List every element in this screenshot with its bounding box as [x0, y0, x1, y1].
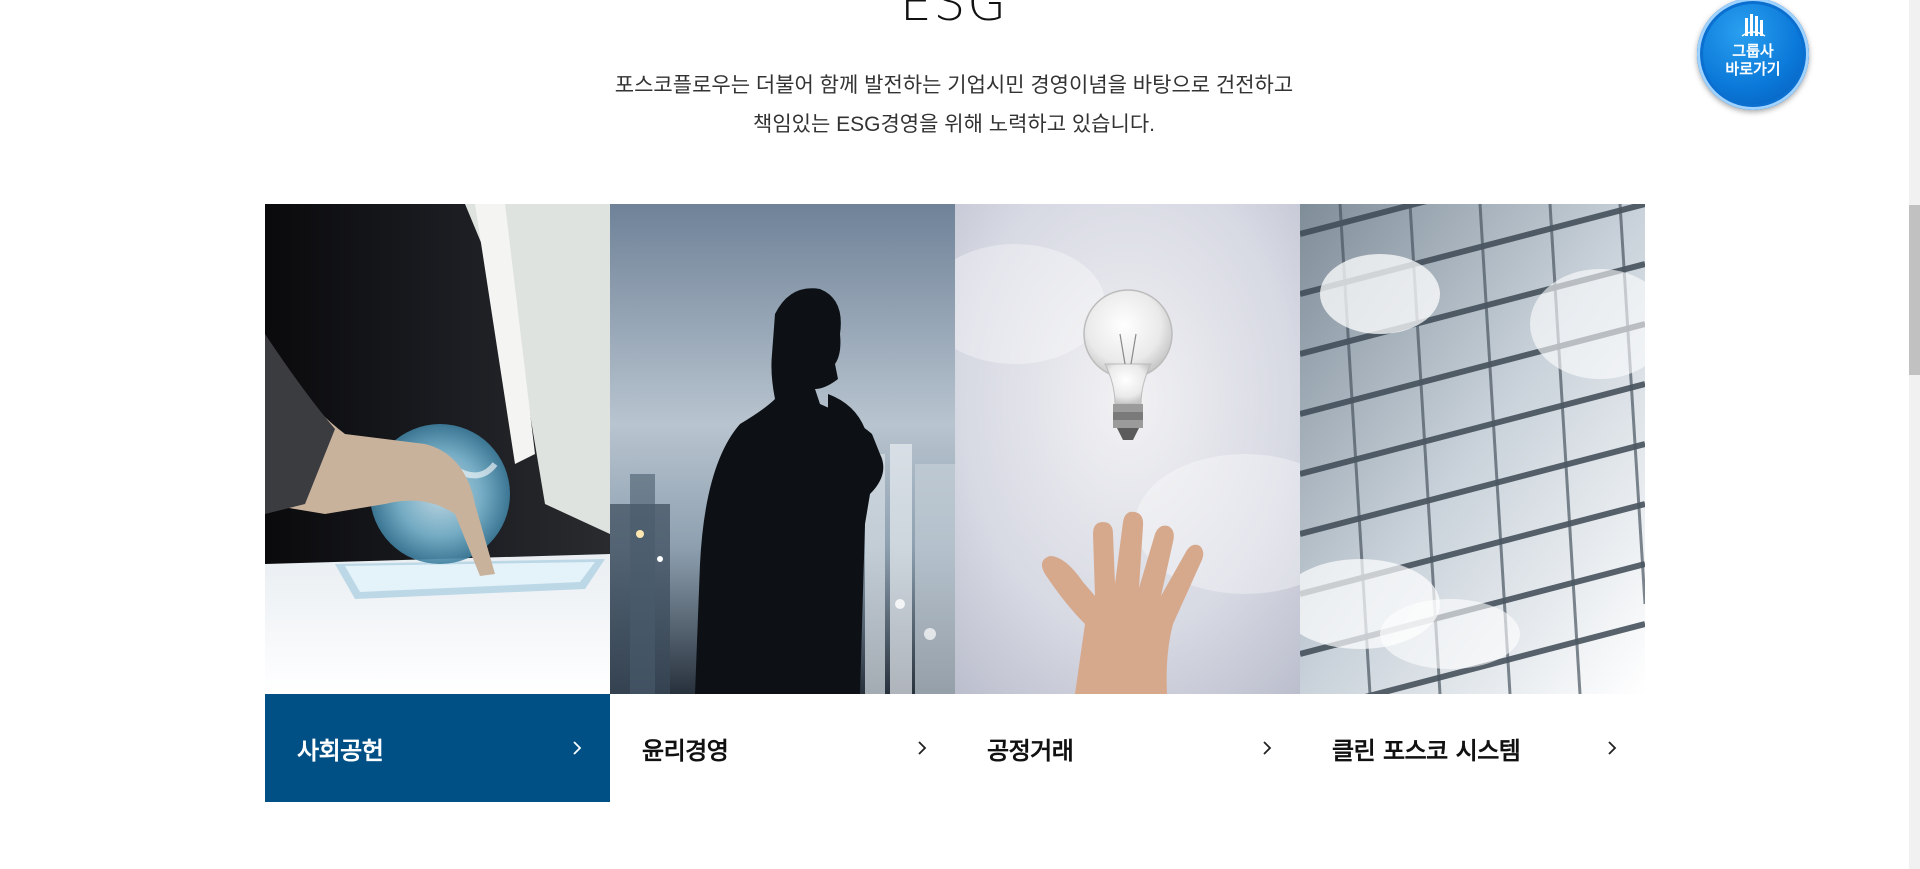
- card-ethical-management[interactable]: 윤리경영: [610, 204, 955, 802]
- card-image-clean-posco-system: [1300, 204, 1645, 694]
- page-scrollbar[interactable]: [1909, 0, 1920, 869]
- description-line-1: 포스코플로우는 더불어 함께 발전하는 기업시민 경영이념을 바탕으로 건전하고: [614, 74, 1294, 97]
- card-footer: 공정거래: [955, 694, 1300, 802]
- chevron-right-icon: [1258, 739, 1276, 757]
- card-image-social-contribution: [265, 204, 610, 694]
- chevron-right-icon: [1603, 739, 1621, 757]
- card-footer: 윤리경영: [610, 694, 955, 802]
- card-fair-trade[interactable]: 공정거래: [955, 204, 1300, 802]
- card-label: 클린 포스코 시스템: [1332, 736, 1521, 765]
- card-clean-posco-system[interactable]: 클린 포스코 시스템: [1300, 204, 1645, 802]
- group-badge-line-1: 그룹사: [1732, 42, 1774, 60]
- chevron-right-icon: [568, 739, 586, 757]
- esg-card-list: 사회공헌 윤리경영 공정거래 클린 포스코 시스템: [265, 204, 1645, 802]
- card-image-ethical-management: [610, 204, 955, 694]
- card-label: 사회공헌: [297, 736, 384, 765]
- section-description: 포스코플로우는 더불어 함께 발전하는 기업시민 경영이념을 바탕으로 건전하고…: [0, 66, 1908, 144]
- chevron-right-icon: [913, 739, 931, 757]
- group-badge-line-2: 바로가기: [1725, 60, 1781, 78]
- scrollbar-thumb[interactable]: [1909, 205, 1920, 375]
- description-line-2: 책임있는 ESG경영을 위해 노력하고 있습니다.: [753, 113, 1155, 136]
- building-icon: [1741, 14, 1766, 37]
- card-image-fair-trade: [955, 204, 1300, 694]
- card-social-contribution[interactable]: 사회공헌: [265, 204, 610, 802]
- group-sites-button[interactable]: 그룹사 바로가기: [1697, 0, 1809, 110]
- card-label: 공정거래: [987, 736, 1074, 765]
- card-footer: 클린 포스코 시스템: [1300, 694, 1645, 802]
- section-title: ESG: [899, 0, 1009, 32]
- card-footer: 사회공헌: [265, 694, 610, 802]
- card-label: 윤리경영: [642, 736, 729, 765]
